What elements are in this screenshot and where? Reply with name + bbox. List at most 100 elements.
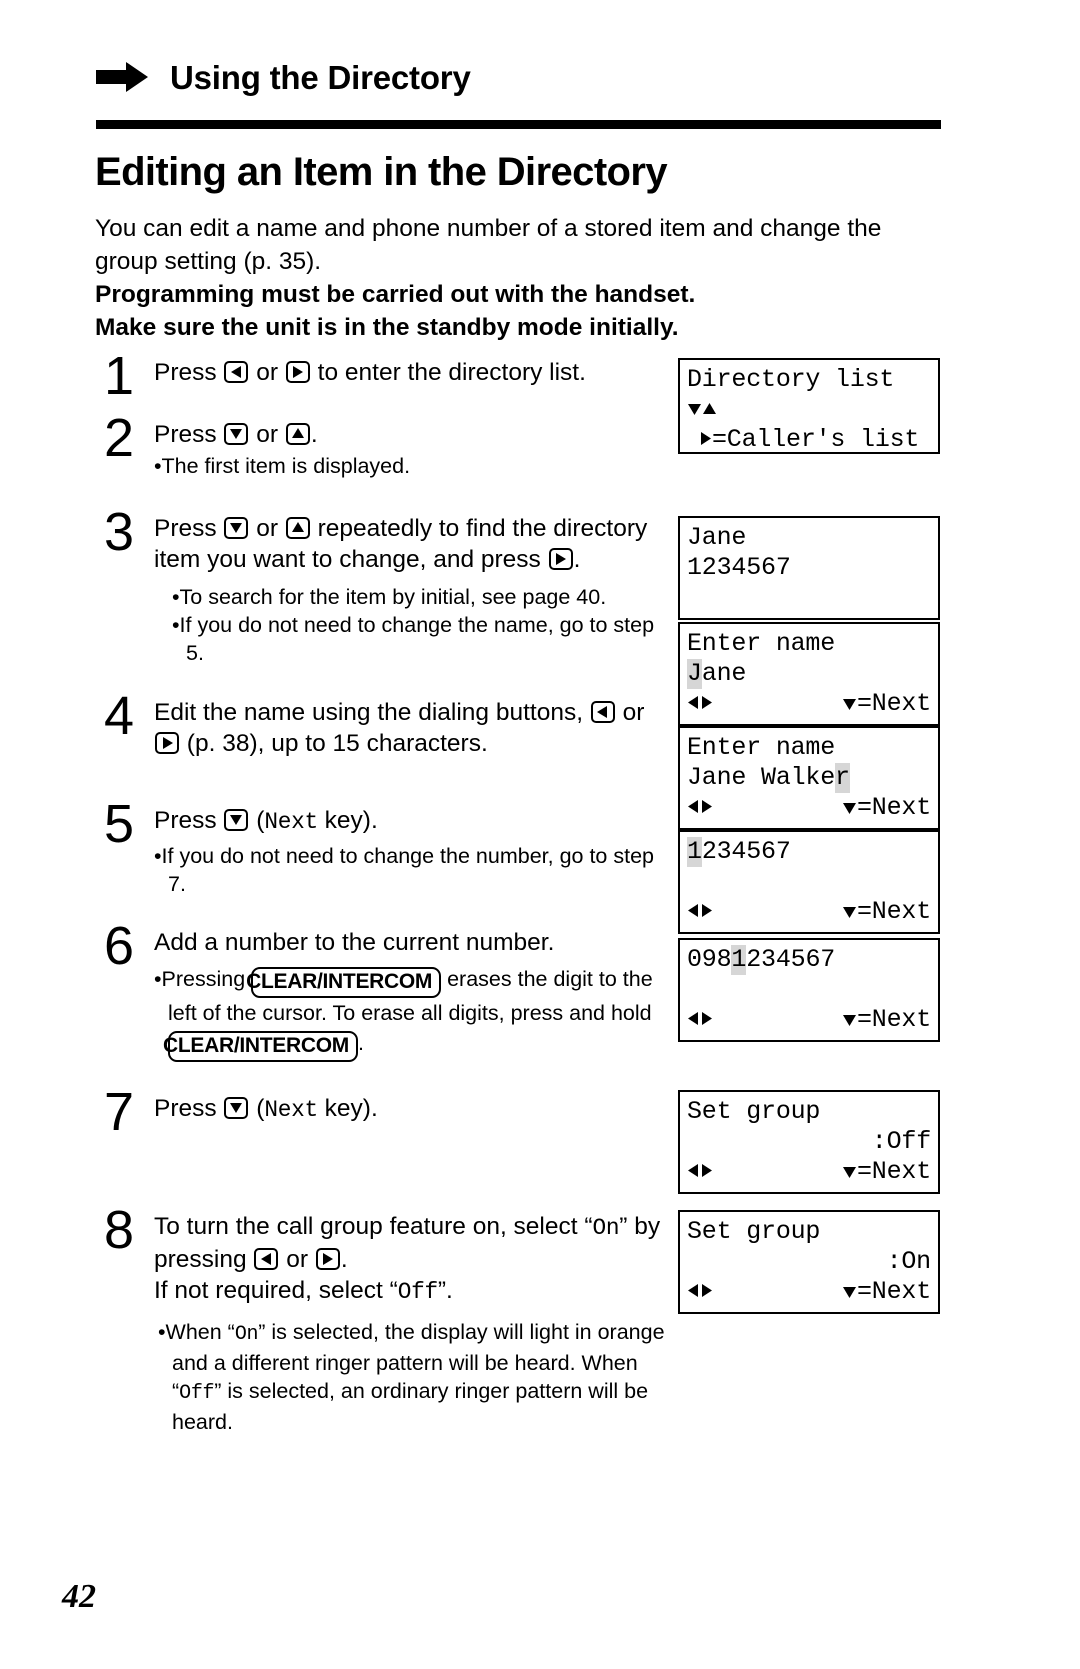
up-arrow-key-icon[interactable]: [285, 423, 310, 445]
next-hint-text: =Next: [856, 1004, 931, 1034]
right-arrow-key-icon[interactable]: [155, 732, 179, 754]
down-arrow-key-icon[interactable]: [224, 423, 249, 445]
lcd-line-empty: [687, 583, 931, 613]
left-arrow-key-icon[interactable]: [590, 701, 615, 723]
next-hint: =Next: [842, 793, 931, 824]
intro-text: You can edit a name and phone number of …: [95, 212, 935, 344]
step-text-part: Press: [154, 807, 224, 834]
step-text: Press or .: [154, 419, 666, 450]
lcd-line: Directory list: [687, 365, 895, 394]
lcd-line: =Next: [687, 689, 931, 719]
header-title: Using the Directory: [170, 58, 471, 96]
lcd-line-text: Jane Walke: [687, 763, 836, 792]
right-triangle-icon: [700, 1005, 713, 1035]
step-text-part: Press: [154, 1095, 224, 1122]
step-text-part: or: [615, 699, 645, 726]
step-6: 6 Add a number to the current number. •P…: [96, 919, 666, 1077]
up-arrow-key-icon[interactable]: [285, 517, 310, 539]
header-rule: [96, 120, 941, 129]
lcd-line: Enter name: [687, 629, 836, 658]
left-arrow-key-icon[interactable]: [224, 361, 249, 383]
lcd-line: [687, 395, 931, 425]
next-hint: =Next: [842, 897, 931, 928]
step-text-part: (: [249, 807, 265, 834]
lcd-jane-entry: Jane 1234567: [678, 516, 940, 620]
running-header: Using the Directory: [96, 60, 941, 94]
step-5: 5 Press (Next key). •If you do not need …: [96, 797, 666, 917]
next-hint-text: =Next: [856, 1156, 931, 1186]
bullet-dot: •: [154, 844, 162, 868]
clear-intercom-button[interactable]: CLEAR/INTERCOM: [246, 967, 442, 998]
on-value-label: On: [592, 1215, 620, 1241]
step-text-part: .: [340, 1246, 348, 1273]
step-2: 2 Press or . •The first item is displaye…: [96, 411, 666, 501]
step-text-part: (: [249, 1095, 265, 1122]
page-title: Editing an Item in the Directory: [95, 150, 668, 194]
step-note-text: .: [357, 1031, 364, 1055]
cursor-highlight: 1: [731, 945, 747, 975]
right-arrow-key-icon[interactable]: [548, 548, 573, 570]
lcd-line: =Next: [687, 793, 931, 823]
lcd-enter-name-jane: Enter name Jane =Next: [678, 622, 940, 726]
step-number: 4: [103, 686, 135, 746]
right-arrow-bullet-icon: [96, 62, 148, 92]
lcd-line-text: =Caller's list: [712, 425, 920, 454]
next-hint: =Next: [842, 689, 931, 720]
intro-line-2: group setting (p. 35).: [95, 248, 322, 275]
next-hint: =Next: [842, 1157, 931, 1188]
next-hint: =Next: [842, 1277, 931, 1308]
lcd-line: =Caller's list: [687, 425, 931, 455]
step-number: 7: [103, 1082, 135, 1142]
down-arrow-key-icon[interactable]: [224, 1097, 249, 1119]
down-arrow-key-icon[interactable]: [224, 517, 249, 539]
step-text-part: key).: [317, 807, 378, 834]
step-text-part: If not required, select “: [154, 1277, 398, 1304]
next-key-label: Next: [264, 1097, 318, 1123]
bullet-dot: •: [154, 967, 162, 991]
lcd-line: =Next: [687, 1277, 931, 1307]
cursor-highlight: J: [687, 659, 702, 689]
down-arrow-key-icon[interactable]: [224, 809, 249, 831]
step-note: •The first item is displayed.: [154, 452, 666, 480]
left-arrow-key-icon[interactable]: [254, 1248, 279, 1270]
left-triangle-icon: [687, 689, 700, 719]
clear-intercom-button[interactable]: CLEAR/INTERCOM: [163, 1031, 358, 1062]
on-value-label: On: [234, 1323, 259, 1346]
step-note-text: If you do not need to change the name, g…: [179, 613, 655, 665]
right-arrow-key-icon[interactable]: [285, 361, 310, 383]
step-number: 5: [103, 794, 135, 854]
right-triangle-icon: [699, 425, 712, 455]
step-3: 3 Press or repeatedly to find the direct…: [96, 505, 666, 683]
up-triangle-icon: [702, 395, 717, 425]
step-text-part: Press: [154, 421, 224, 448]
next-hint: =Next: [842, 1005, 931, 1036]
next-hint-text: =Next: [856, 688, 931, 718]
lcd-line: Jane: [687, 659, 931, 689]
steps-list: 1 Press or to enter the directory list. …: [96, 349, 666, 1436]
step-note: •Pressing CLEAR/INTERCOM erases the digi…: [154, 964, 666, 1062]
step-note-text: ” is selected, an ordinary ringer patter…: [172, 1379, 649, 1434]
lcd-line-empty: [687, 867, 931, 897]
step-text-part: or: [249, 515, 285, 542]
intro-bold-2: Make sure the unit is in the standby mod…: [95, 314, 679, 341]
next-key-label: Next: [264, 809, 318, 835]
down-triangle-icon: [842, 1278, 857, 1308]
step-text: Edit the name using the dialing buttons,…: [154, 697, 666, 759]
right-arrow-key-icon[interactable]: [315, 1248, 340, 1270]
bullet-dot: •: [172, 585, 180, 609]
next-hint-text: =Next: [856, 792, 931, 822]
lcd-line: :On: [687, 1247, 932, 1277]
right-triangle-icon: [700, 1157, 713, 1187]
step-text: Add a number to the current number.: [154, 929, 555, 956]
lcd-set-group-on: Set group :On =Next: [678, 1210, 940, 1314]
step-note-text: To search for the item by initial, see p…: [179, 585, 607, 609]
bullet-dot: •: [158, 1320, 166, 1344]
down-triangle-icon: [842, 1158, 857, 1188]
left-triangle-icon: [687, 1005, 700, 1035]
lcd-line: =Next: [687, 897, 931, 927]
cursor-highlight: r: [835, 763, 850, 793]
lcd-line-text: 234567: [746, 945, 836, 974]
step-text: Press (Next key).: [154, 805, 666, 838]
lcd-line: Jane Walke r: [687, 763, 931, 793]
next-hint-text: =Next: [856, 896, 931, 926]
